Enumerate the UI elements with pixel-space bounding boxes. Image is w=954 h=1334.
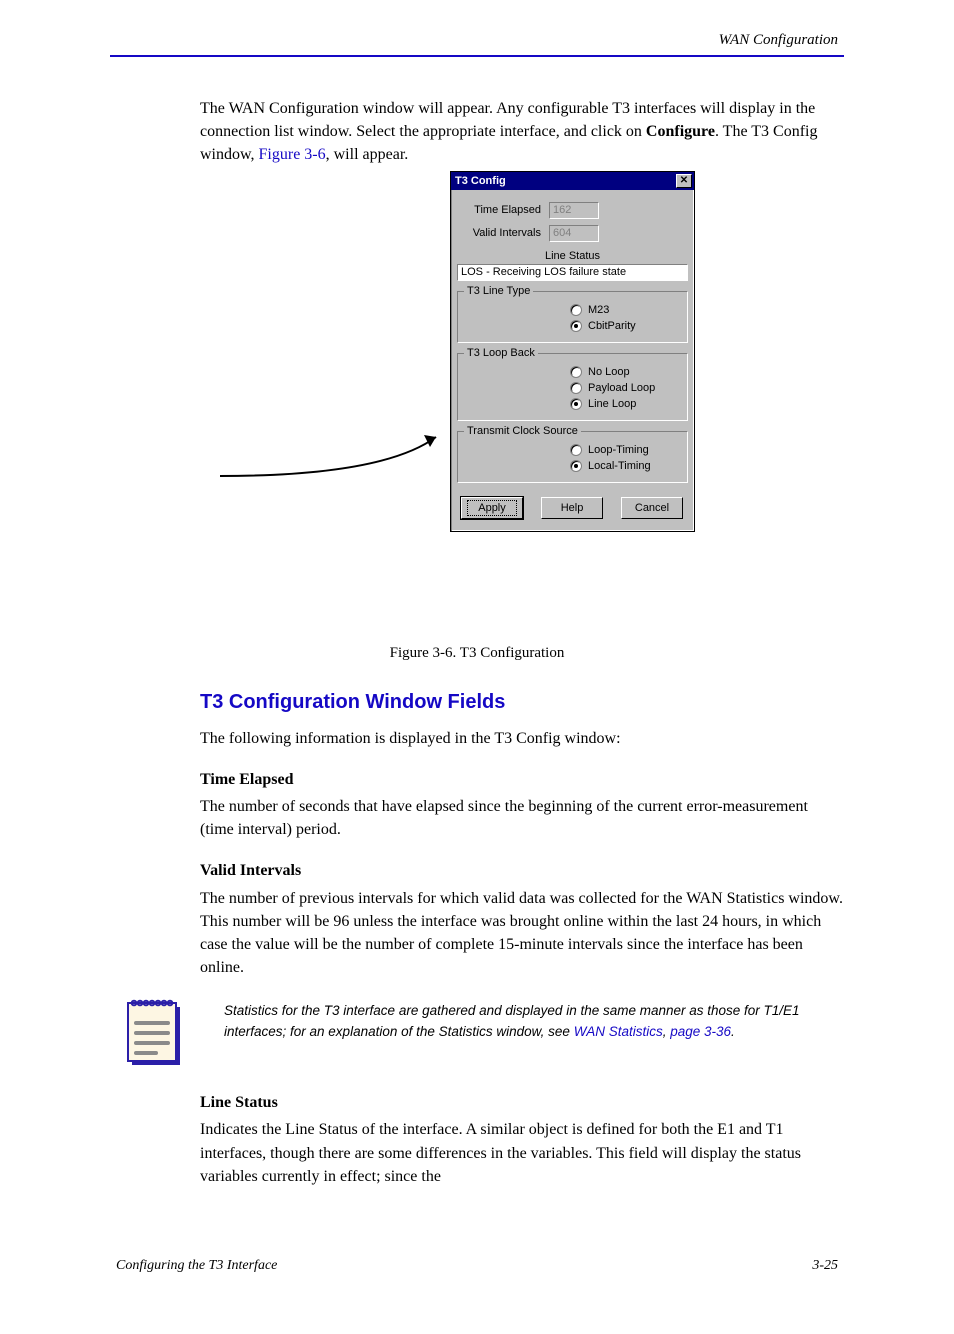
- section-intro: The following information is displayed i…: [200, 727, 844, 750]
- close-icon[interactable]: ✕: [676, 174, 692, 188]
- group-loop-back-legend: T3 Loop Back: [464, 347, 538, 359]
- radio-icon: [570, 320, 582, 332]
- field-body-time-elapsed: The number of seconds that have elapsed …: [200, 795, 844, 841]
- apply-button[interactable]: Apply: [461, 497, 523, 519]
- radio-icon: [570, 366, 582, 378]
- radio-localtiming[interactable]: Local-Timing: [464, 458, 681, 474]
- field-body-valid-intervals: The number of previous intervals for whi…: [200, 887, 844, 980]
- button-label: Cancel: [635, 502, 669, 514]
- radio-m23[interactable]: M23: [464, 302, 681, 318]
- field-title-valid-intervals: Valid Intervals: [200, 859, 844, 882]
- time-elapsed-value: 162: [549, 202, 599, 219]
- radio-looptiming[interactable]: Loop-Timing: [464, 442, 681, 458]
- header-rule: [110, 55, 844, 57]
- group-line-type-legend: T3 Line Type: [464, 285, 533, 297]
- arrow-cell: [110, 171, 450, 611]
- radio-cbitparity[interactable]: CbitParity: [464, 318, 681, 334]
- radio-noloop[interactable]: No Loop: [464, 364, 681, 380]
- valid-intervals-label: Valid Intervals: [457, 227, 549, 239]
- figure-caption: Figure 3-6. T3 Configuration: [110, 645, 844, 662]
- group-line-type: T3 Line Type M23 CbitParity: [457, 291, 688, 343]
- pointer-arrow: [110, 171, 450, 611]
- group-clock-source-legend: Transmit Clock Source: [464, 425, 581, 437]
- intro-paragraph: The WAN Configuration window will appear…: [200, 97, 844, 167]
- radio-label: CbitParity: [588, 320, 636, 332]
- line-status-caption: Line Status: [457, 250, 688, 262]
- t3-config-dialog: T3 Config ✕ Time Elapsed 162 Valid Inter…: [450, 171, 695, 532]
- button-label: Help: [561, 502, 584, 514]
- note-link-section[interactable]: WAN Statistics: [574, 1024, 663, 1039]
- radio-icon: [570, 398, 582, 410]
- cancel-button[interactable]: Cancel: [621, 497, 683, 519]
- figure-row: T3 Config ✕ Time Elapsed 162 Valid Inter…: [110, 171, 844, 611]
- radio-icon: [570, 382, 582, 394]
- valid-intervals-value: 604: [549, 225, 599, 242]
- intro-figure-link[interactable]: Figure 3-6: [259, 146, 326, 163]
- page-footer: Configuring the T3 Interface 3-25: [110, 1258, 844, 1274]
- note-block: Statistics for the T3 interface are gath…: [110, 997, 844, 1069]
- footer-left: Configuring the T3 Interface: [116, 1258, 277, 1274]
- dialog-title: T3 Config: [455, 175, 506, 187]
- running-header: WAN Configuration: [110, 32, 844, 49]
- radio-label: Line Loop: [588, 398, 636, 410]
- field-body-line-status: Indicates the Line Status of the interfa…: [200, 1118, 844, 1188]
- radio-label: Local-Timing: [588, 460, 651, 472]
- button-label: Apply: [467, 500, 517, 516]
- section-heading: T3 Configuration Window Fields: [200, 688, 844, 717]
- group-loop-back: T3 Loop Back No Loop Payload Loop Line L…: [457, 353, 688, 421]
- note-link-page[interactable]: page 3-36: [670, 1024, 731, 1039]
- field-title-time-elapsed: Time Elapsed: [200, 768, 844, 791]
- radio-icon: [570, 304, 582, 316]
- help-button[interactable]: Help: [541, 497, 603, 519]
- radio-icon: [570, 460, 582, 472]
- radio-label: Payload Loop: [588, 382, 655, 394]
- radio-icon: [570, 444, 582, 456]
- radio-lineloop[interactable]: Line Loop: [464, 396, 681, 412]
- note-text-c: .: [731, 1024, 735, 1039]
- intro-text-c: , will appear.: [326, 146, 409, 163]
- radio-label: Loop-Timing: [588, 444, 649, 456]
- radio-label: No Loop: [588, 366, 630, 378]
- radio-label: M23: [588, 304, 609, 316]
- group-clock-source: Transmit Clock Source Loop-Timing Local-…: [457, 431, 688, 483]
- field-title-line-status: Line Status: [200, 1091, 844, 1114]
- footer-page-number: 3-25: [812, 1258, 838, 1274]
- time-elapsed-label: Time Elapsed: [457, 204, 549, 216]
- line-status-value: LOS - Receiving LOS failure state: [457, 264, 688, 281]
- intro-bold: Configure: [646, 123, 715, 140]
- note-icon: [124, 997, 186, 1069]
- dialog-titlebar: T3 Config ✕: [451, 172, 694, 190]
- radio-payloadloop[interactable]: Payload Loop: [464, 380, 681, 396]
